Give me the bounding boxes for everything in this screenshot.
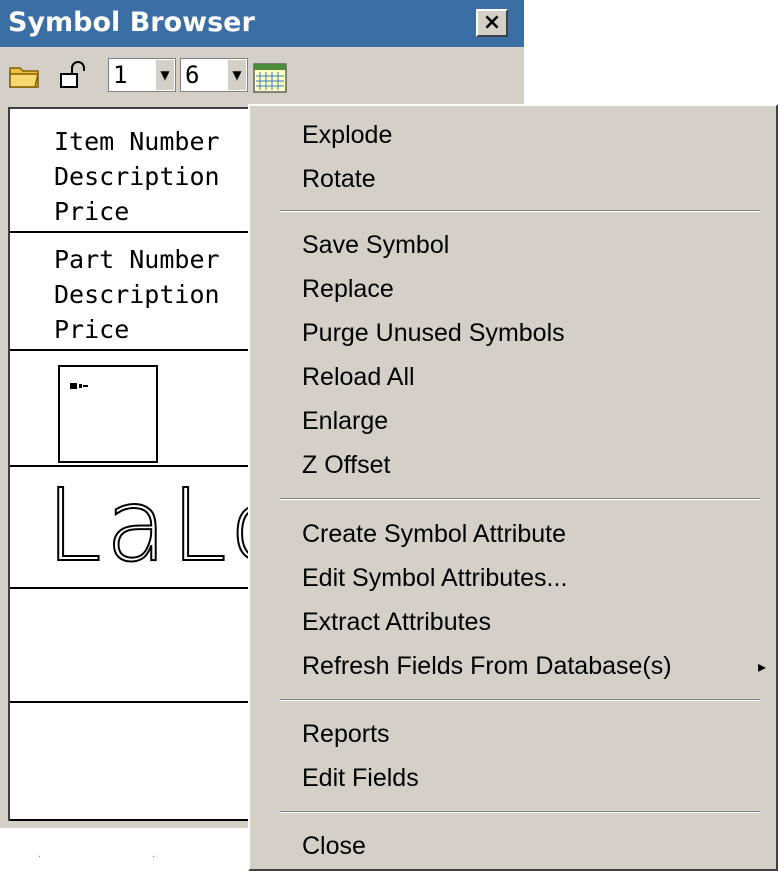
chevron-down-icon[interactable]: ▼ <box>228 60 246 90</box>
menu-separator <box>280 699 760 701</box>
symbol-thumbnail <box>58 365 158 463</box>
menu-item-refresh-fields[interactable]: Refresh Fields From Database(s) <box>302 650 672 682</box>
menu-item-save-symbol[interactable]: Save Symbol <box>302 229 449 261</box>
menu-item-edit-fields[interactable]: Edit Fields <box>302 762 419 794</box>
close-icon: × <box>482 10 502 35</box>
menu-item-replace[interactable]: Replace <box>302 273 394 305</box>
symbol-preview-icon <box>70 383 88 389</box>
menu-separator <box>280 210 760 212</box>
row-line: Price <box>54 315 130 344</box>
menu-item-extract-attributes[interactable]: Extract Attributes <box>302 606 491 638</box>
row-line: Price <box>54 197 130 226</box>
menu-item-rotate[interactable]: Rotate <box>302 163 376 195</box>
row-line: Description <box>54 162 220 191</box>
page-spinner-start-value: 1 <box>113 61 128 89</box>
menu-separator <box>280 498 760 500</box>
menu-item-explode[interactable]: Explode <box>302 119 392 151</box>
menu-item-close[interactable]: Close <box>302 830 366 862</box>
menu-separator <box>280 811 760 813</box>
title-bar[interactable]: Symbol Browser × <box>0 0 524 47</box>
page-spinner-start[interactable]: 1 ▼ <box>108 58 176 92</box>
window-title: Symbol Browser <box>8 7 255 38</box>
submenu-arrow-icon: ▸ <box>758 657 767 676</box>
folder-icon[interactable] <box>8 62 42 90</box>
context-menu: Explode Rotate Save Symbol Replace Purge… <box>248 104 778 871</box>
close-button[interactable]: × <box>476 9 508 37</box>
chevron-down-icon[interactable]: ▼ <box>156 60 174 90</box>
resize-grip-dot: · <box>152 852 156 863</box>
row-line: Item Number <box>54 127 220 156</box>
unlock-icon[interactable] <box>58 60 88 90</box>
menu-item-reports[interactable]: Reports <box>302 718 390 750</box>
page-spinner-end[interactable]: 6 ▼ <box>180 58 248 92</box>
menu-item-edit-symbol-attributes[interactable]: Edit Symbol Attributes... <box>302 562 567 594</box>
menu-item-z-offset[interactable]: Z Offset <box>302 449 390 481</box>
row-line: Part Number <box>54 245 220 274</box>
page-spinner-end-value: 6 <box>185 61 200 89</box>
calendar-icon[interactable] <box>252 62 288 94</box>
menu-item-purge-unused-symbols[interactable]: Purge Unused Symbols <box>302 317 565 349</box>
menu-item-reload-all[interactable]: Reload All <box>302 361 415 393</box>
row-line: Description <box>54 280 220 309</box>
menu-item-create-symbol-attribute[interactable]: Create Symbol Attribute <box>302 518 566 550</box>
resize-grip-dot: · <box>38 852 42 863</box>
menu-item-enlarge[interactable]: Enlarge <box>302 405 388 437</box>
